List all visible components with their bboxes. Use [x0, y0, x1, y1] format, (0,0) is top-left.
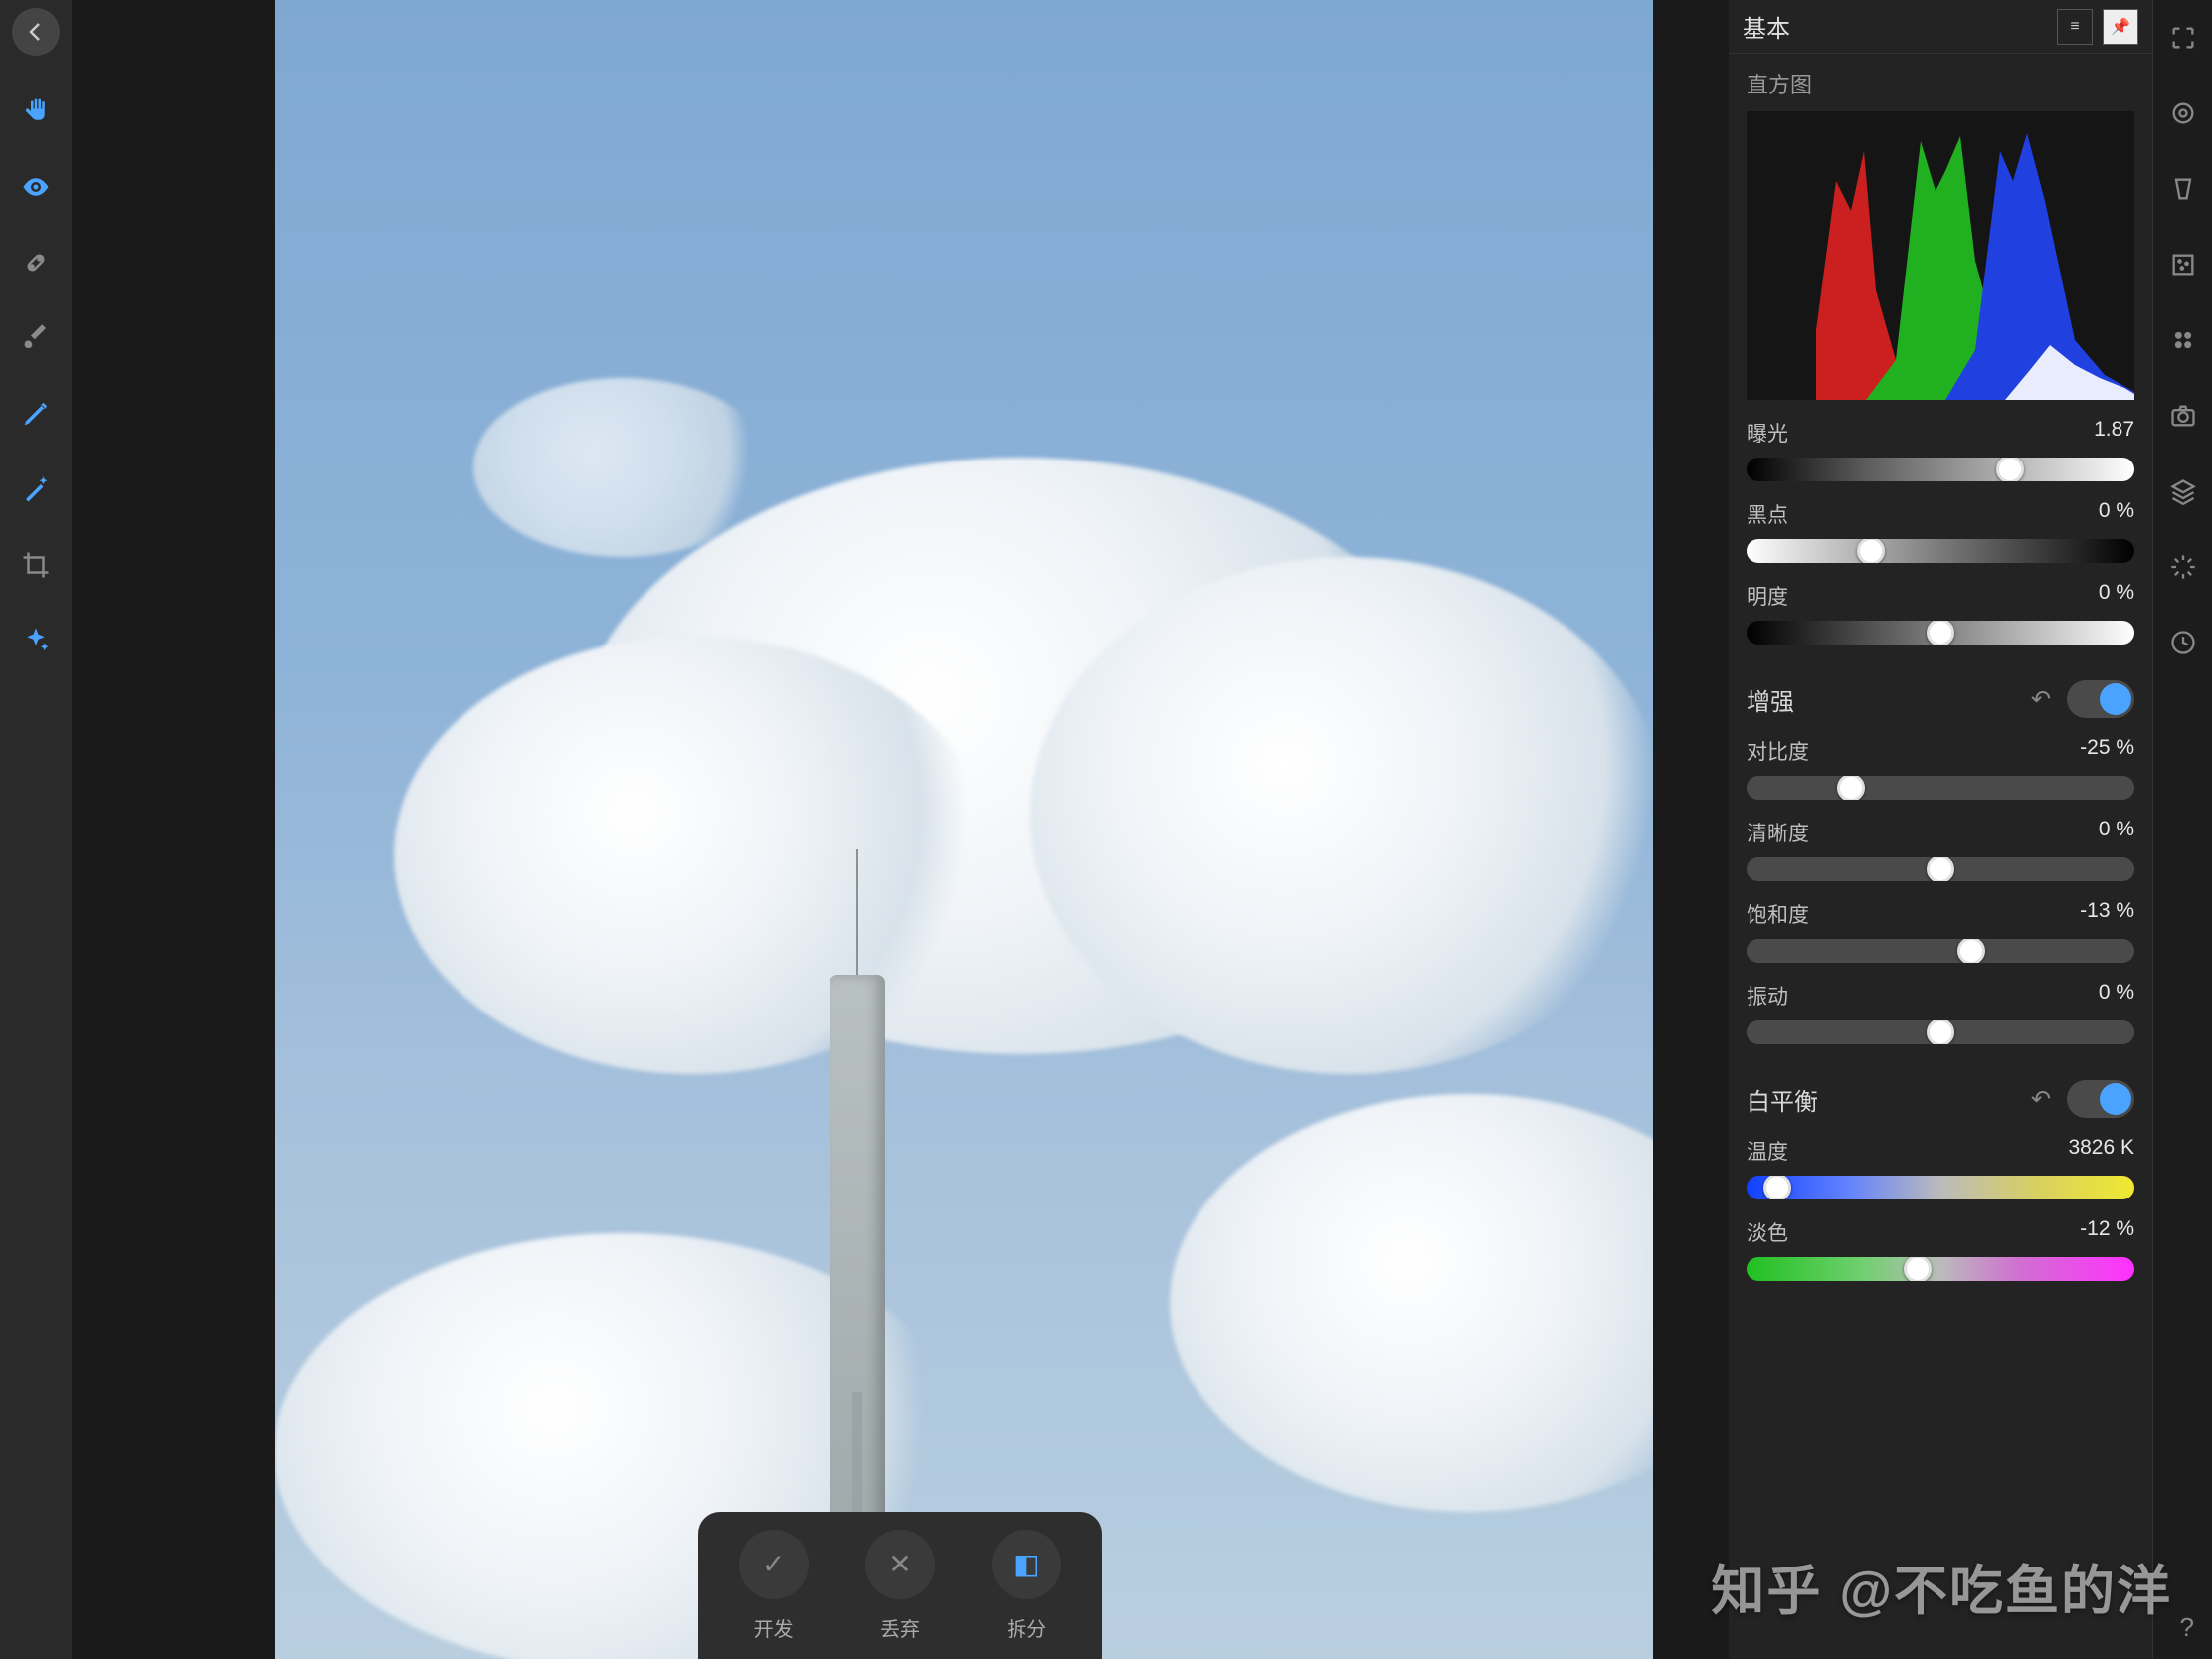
adjustments-panel: 基本 ≡ 📌 直方图 曝光 1.87 黑点 0 %	[1729, 0, 2152, 1659]
contrast-label: 对比度	[1747, 736, 1809, 766]
blackpoint-slider[interactable]: 黑点 0 %	[1747, 499, 2134, 563]
panel-title: 基本	[1743, 9, 1790, 44]
eye-tool-icon[interactable]	[16, 167, 56, 207]
left-toolbar	[0, 0, 72, 1659]
contrast-slider[interactable]: 对比度 -25 %	[1747, 736, 2134, 800]
heal-tool-icon[interactable]	[16, 243, 56, 282]
histogram[interactable]	[1747, 111, 2134, 400]
clarity-label: 清晰度	[1747, 818, 1809, 847]
panel-header: 基本 ≡ 📌	[1729, 0, 2152, 54]
list-view-icon[interactable]: ≡	[2057, 9, 2093, 45]
wb-undo-icon[interactable]: ↶	[2031, 1085, 2051, 1114]
hand-tool-icon[interactable]	[16, 92, 56, 131]
contrast-value: -25 %	[2080, 736, 2134, 766]
saturation-label: 饱和度	[1747, 899, 1809, 929]
discard-button[interactable]: ✕ 丢弃	[865, 1530, 935, 1642]
pin-icon[interactable]: 📌	[2103, 9, 2138, 45]
brightness-value: 0 %	[2099, 581, 2134, 611]
saturation-value: -13 %	[2080, 899, 2134, 929]
brightness-label: 明度	[1747, 581, 1788, 611]
enhance-title: 增强	[1747, 682, 1794, 717]
temperature-value: 3826 K	[2068, 1136, 2134, 1166]
studio-rail	[2152, 0, 2212, 1659]
clarity-value: 0 %	[2099, 818, 2134, 847]
exposure-value: 1.87	[2094, 418, 2134, 448]
enhance-toggle[interactable]	[2067, 680, 2134, 718]
brightness-slider[interactable]: 明度 0 %	[1747, 581, 2134, 645]
develop-actions: ✓ 开发 ✕ 丢弃 ◧ 拆分	[698, 1512, 1102, 1659]
layers-icon[interactable]	[2165, 473, 2201, 509]
fullscreen-icon[interactable]	[2165, 20, 2201, 56]
enhance-header: 增强 ↶	[1747, 680, 2134, 718]
develop-button[interactable]: ✓ 开发	[739, 1530, 809, 1642]
tint-slider[interactable]: 淡色 -12 %	[1747, 1217, 2134, 1281]
channels-icon[interactable]	[2165, 322, 2201, 358]
photo-preview[interactable]	[275, 0, 1653, 1659]
compass-icon[interactable]	[2165, 549, 2201, 585]
tint-label: 淡色	[1747, 1217, 1788, 1247]
help-icon[interactable]: ?	[2180, 1612, 2194, 1643]
temperature-label: 温度	[1747, 1136, 1788, 1166]
wand-tool-icon[interactable]	[16, 469, 56, 509]
blackpoint-label: 黑点	[1747, 499, 1788, 529]
discard-label: 丢弃	[880, 1613, 920, 1642]
canvas[interactable]: ✓ 开发 ✕ 丢弃 ◧ 拆分	[72, 0, 1729, 1659]
watermark: 知乎 @不吃鱼的洋	[1711, 1547, 2172, 1625]
wb-title: 白平衡	[1747, 1082, 1818, 1117]
sparkle-tool-icon[interactable]	[16, 621, 56, 660]
saturation-slider[interactable]: 饱和度 -13 %	[1747, 899, 2134, 963]
whitebalance-header: 白平衡 ↶	[1747, 1080, 2134, 1118]
tint-value: -12 %	[2080, 1217, 2134, 1247]
brush-tool-icon[interactable]	[16, 318, 56, 358]
perspective-icon[interactable]	[2165, 171, 2201, 207]
pencil-tool-icon[interactable]	[16, 394, 56, 434]
develop-label: 开发	[754, 1613, 794, 1642]
camera-icon[interactable]	[2165, 398, 2201, 434]
temperature-slider[interactable]: 温度 3826 K	[1747, 1136, 2134, 1199]
histogram-label: 直方图	[1747, 68, 2134, 99]
blackpoint-value: 0 %	[2099, 499, 2134, 529]
back-button[interactable]	[12, 8, 60, 56]
exposure-label: 曝光	[1747, 418, 1788, 448]
split-label: 拆分	[1007, 1613, 1046, 1642]
vibrance-value: 0 %	[2099, 981, 2134, 1011]
wb-toggle[interactable]	[2067, 1080, 2134, 1118]
history-icon[interactable]	[2165, 625, 2201, 660]
split-button[interactable]: ◧ 拆分	[992, 1530, 1061, 1642]
vibrance-label: 振动	[1747, 981, 1788, 1011]
enhance-undo-icon[interactable]: ↶	[2031, 685, 2051, 714]
exposure-slider[interactable]: 曝光 1.87	[1747, 418, 2134, 481]
lens-icon[interactable]	[2165, 95, 2201, 131]
noise-icon[interactable]	[2165, 247, 2201, 282]
clarity-slider[interactable]: 清晰度 0 %	[1747, 818, 2134, 881]
vibrance-slider[interactable]: 振动 0 %	[1747, 981, 2134, 1044]
crop-tool-icon[interactable]	[16, 545, 56, 585]
